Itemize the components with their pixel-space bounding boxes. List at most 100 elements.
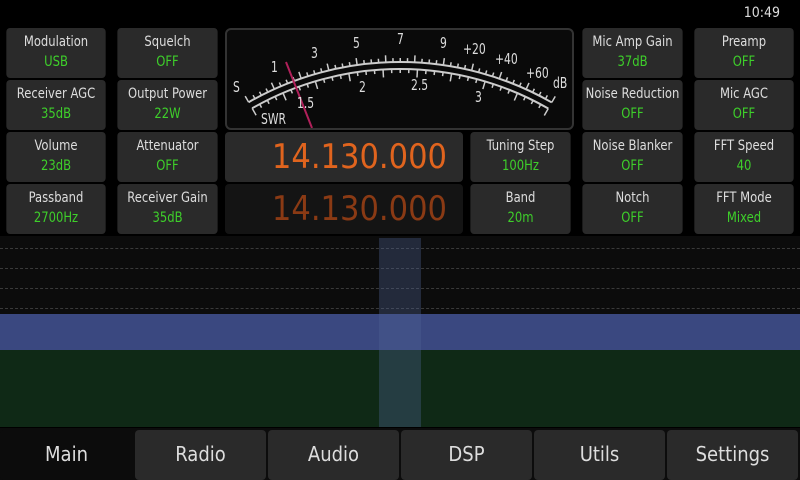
control-tuning-step[interactable]: Tuning Step 100Hz <box>470 132 571 182</box>
vfo-b-frequency[interactable]: 14.130.000 <box>225 184 463 234</box>
tab-utils[interactable]: Utils <box>534 430 665 480</box>
swr-tick <box>298 86 302 91</box>
meter-label: +20 <box>463 40 486 58</box>
s-tick <box>270 82 276 90</box>
control-label: Preamp <box>721 34 767 50</box>
control-mic-agc[interactable]: Mic AGC OFF <box>694 80 794 130</box>
meter-label: 2.5 <box>411 76 429 94</box>
control-fft-mode[interactable]: FFT Mode Mixed <box>694 184 794 234</box>
swr-tick <box>441 72 444 77</box>
control-value: Mixed <box>726 210 762 226</box>
control-label: Noise Reduction <box>585 86 680 102</box>
control-value: 35dB <box>40 106 72 122</box>
control-value: OFF <box>732 54 756 70</box>
control-squelch[interactable]: Squelch OFF <box>117 28 218 78</box>
swr-tick <box>290 89 294 94</box>
passband-indicator[interactable] <box>379 238 421 427</box>
s-tick <box>498 71 503 79</box>
s-tick <box>348 62 351 67</box>
s-tick <box>544 95 549 100</box>
tab-settings[interactable]: Settings <box>667 430 798 480</box>
tab-main[interactable]: Main <box>0 430 133 480</box>
control-passband[interactable]: Passband 2700Hz <box>6 184 106 234</box>
s-tick <box>525 82 530 90</box>
control-value: OFF <box>732 106 756 122</box>
s-tick <box>298 71 302 79</box>
swr-tick <box>499 86 503 91</box>
control-mic-amp-gain[interactable]: Mic Amp Gain 37dB <box>582 28 683 78</box>
meter-label: 9 <box>440 34 447 52</box>
control-label: Noise Blanker <box>592 138 673 154</box>
control-value: OFF <box>156 54 179 70</box>
control-attenuator[interactable]: Attenuator OFF <box>117 132 218 182</box>
control-band[interactable]: Band 20m <box>470 184 571 234</box>
tab-audio[interactable]: Audio <box>268 430 399 480</box>
meter-label: +60 <box>526 64 549 82</box>
tab-radio[interactable]: Radio <box>135 430 266 480</box>
control-volume[interactable]: Volume 23dB <box>6 132 106 182</box>
meter-label: SWR <box>261 110 287 128</box>
control-receiver-agc[interactable]: Receiver AGC 35dB <box>6 80 106 130</box>
s-tick <box>258 91 263 96</box>
control-noise-blanker[interactable]: Noise Blanker OFF <box>582 132 683 182</box>
tab-dsp[interactable]: DSP <box>401 430 532 480</box>
swr-tick <box>513 92 519 101</box>
swr-tick <box>543 108 549 116</box>
control-label: Output Power <box>128 86 207 102</box>
swr-tick <box>266 99 270 105</box>
control-value: OFF <box>156 158 179 174</box>
tab-bar: Main Radio Audio DSP Utils Settings <box>0 428 800 480</box>
s-tick <box>326 63 330 71</box>
swr-tick <box>466 76 470 82</box>
control-receiver-gain[interactable]: Receiver Gain 35dB <box>117 184 218 234</box>
s-tick <box>341 63 344 68</box>
swr-tick <box>306 83 310 88</box>
s-tick <box>456 63 460 68</box>
meter-label: 3 <box>311 44 318 62</box>
swr-tick <box>331 76 334 81</box>
swr-tick <box>274 96 278 101</box>
s-tick <box>244 95 250 103</box>
control-value: 35dB <box>152 210 183 226</box>
swr-tick <box>339 74 342 80</box>
clock: 10:49 <box>743 5 780 21</box>
swr-tick <box>356 71 359 77</box>
meter-label: 7 <box>397 30 404 48</box>
s-tick <box>442 58 446 66</box>
control-value: 20m <box>507 210 534 226</box>
control-output-power[interactable]: Output Power 22W <box>117 80 218 130</box>
meter-label: S <box>233 78 240 96</box>
control-label: Squelch <box>144 34 191 50</box>
control-label: FFT Speed <box>713 138 775 154</box>
s-tick <box>252 94 256 100</box>
s-tick <box>538 91 542 96</box>
control-label: Mic AGC <box>719 86 769 102</box>
control-label: Receiver AGC <box>16 86 96 102</box>
meter-label: dB <box>553 74 568 92</box>
s-tick <box>470 63 475 71</box>
control-label: Band <box>505 190 536 206</box>
meter-label: +40 <box>495 50 518 68</box>
swr-tick <box>348 73 351 82</box>
meter-label: 1 <box>271 58 278 76</box>
meter-label: 5 <box>353 34 360 52</box>
control-value: 37dB <box>617 54 648 70</box>
swr-tick <box>282 92 287 101</box>
control-notch[interactable]: Notch OFF <box>582 184 683 234</box>
s-tick <box>551 95 556 103</box>
control-label: Notch <box>615 190 650 206</box>
swr-tick <box>458 74 461 80</box>
s-tick <box>334 64 337 69</box>
control-preamp[interactable]: Preamp OFF <box>694 28 794 78</box>
control-value: USB <box>44 54 68 70</box>
s-tick <box>449 62 452 67</box>
control-modulation[interactable]: Modulation USB <box>6 28 106 78</box>
swr-tick <box>530 100 534 105</box>
control-noise-reduction[interactable]: Noise Reduction OFF <box>582 80 683 130</box>
control-value: 100Hz <box>502 158 539 174</box>
vfo-a-frequency[interactable]: 14.130.000 <box>225 132 463 182</box>
control-label: Passband <box>28 190 84 206</box>
meter-label: 3 <box>475 88 482 106</box>
swr-tick <box>449 73 453 82</box>
control-fft-speed[interactable]: FFT Speed 40 <box>694 132 794 182</box>
